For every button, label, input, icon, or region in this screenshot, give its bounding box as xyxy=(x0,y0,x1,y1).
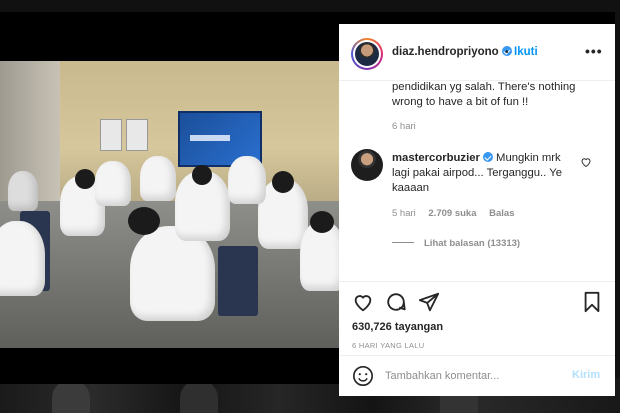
caption-time[interactable]: 6 hari xyxy=(392,121,416,132)
video-scene-head xyxy=(75,169,95,189)
avatar[interactable] xyxy=(351,38,383,70)
replies-divider xyxy=(392,242,414,243)
video-scene-head xyxy=(310,211,334,233)
post-sidebar: diaz.hendropriyono • Ikuti ••• pendidika… xyxy=(339,24,615,396)
paper-plane-icon[interactable] xyxy=(418,291,440,313)
comment-meta: 5 hari 2.709 suka Balas xyxy=(392,208,524,219)
comment-input[interactable] xyxy=(385,367,560,385)
video-scene-person xyxy=(228,156,266,204)
post-timestamp[interactable]: 6 HARI YANG LALU xyxy=(352,341,424,350)
video-scene-head xyxy=(128,207,160,235)
background-person xyxy=(52,380,90,413)
heart-icon[interactable] xyxy=(580,156,592,168)
view-replies-button[interactable]: Lihat balasan (13313) xyxy=(392,238,520,249)
comments-list[interactable]: pendidikan yg salah. There's nothing wro… xyxy=(339,82,615,281)
post-video[interactable] xyxy=(0,61,339,348)
commenter-avatar[interactable] xyxy=(351,149,383,181)
video-scene-banner xyxy=(126,119,148,151)
background-person xyxy=(180,380,218,413)
video-scene-person xyxy=(140,156,176,201)
post-comment-button[interactable]: Kirim xyxy=(572,369,600,381)
view-count[interactable]: 630,726 tayangan xyxy=(352,321,443,333)
verified-badge-icon xyxy=(482,152,493,162)
caption-text: pendidikan yg salah. There's nothing wro… xyxy=(392,82,576,108)
video-scene-banner xyxy=(100,119,122,151)
follow-button[interactable]: Ikuti xyxy=(514,46,538,58)
comment-body: mastercorbuzier Mungkin mrk lagi pakai a… xyxy=(392,151,577,196)
video-scene-person xyxy=(0,221,45,296)
author-username-text[interactable]: diaz.hendropriyono xyxy=(392,46,499,58)
comment-likes[interactable]: 2.709 suka xyxy=(428,208,476,219)
video-scene-head xyxy=(192,165,212,185)
commenter-username[interactable]: mastercorbuzier xyxy=(392,152,493,164)
video-scene-head xyxy=(272,171,294,193)
post-modal: diaz.hendropriyono • Ikuti ••• pendidika… xyxy=(0,12,615,396)
comment-time[interactable]: 5 hari xyxy=(392,208,416,219)
video-scene-chair xyxy=(218,246,258,316)
post-actions xyxy=(339,281,615,313)
smiley-icon[interactable] xyxy=(352,365,374,387)
author-username[interactable]: diaz.hendropriyono xyxy=(392,46,512,58)
post-header: diaz.hendropriyono • Ikuti ••• xyxy=(339,24,615,81)
add-comment-bar: Kirim xyxy=(339,355,615,396)
heart-icon[interactable] xyxy=(352,291,374,313)
bookmark-icon[interactable] xyxy=(581,291,603,313)
commenter-username-text[interactable]: mastercorbuzier xyxy=(392,152,480,164)
view-replies-label[interactable]: Lihat balasan (13313) xyxy=(424,238,520,249)
comment-icon[interactable] xyxy=(385,291,407,313)
video-scene-person xyxy=(95,161,131,206)
reply-button[interactable]: Balas xyxy=(489,208,514,219)
more-options-button[interactable]: ••• xyxy=(585,43,603,59)
video-scene-person xyxy=(8,171,38,211)
separator-dot: • xyxy=(505,47,509,58)
